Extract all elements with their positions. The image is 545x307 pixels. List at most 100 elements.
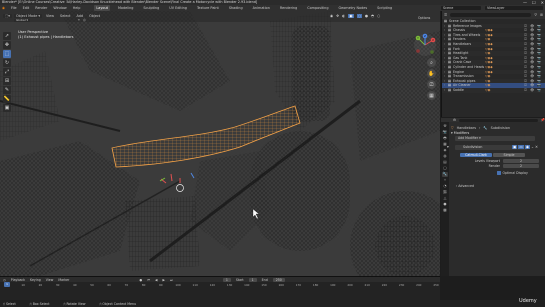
current-frame-field[interactable]: 1 xyxy=(222,277,231,282)
catmull-clark-button[interactable]: Catmull-Clark xyxy=(460,153,492,157)
jump-end-icon[interactable]: ⏭ xyxy=(170,278,173,282)
data-tab-icon[interactable]: △ xyxy=(442,196,448,201)
object-tab-icon[interactable]: ▢ xyxy=(442,166,448,171)
shading-rendered-icon[interactable]: ○ xyxy=(377,14,380,18)
timeline-tick-label: 50 xyxy=(90,283,94,287)
timeline-tick-label: 210 xyxy=(364,283,370,287)
object-type-icons: ▽ ◉ xyxy=(485,87,490,92)
tool-tab-icon[interactable]: ⚒ xyxy=(442,124,448,129)
overlays-icon[interactable]: ◐ xyxy=(342,14,345,18)
render-tab-icon[interactable]: 📷 xyxy=(442,130,448,135)
visibility-icon[interactable]: ◉ xyxy=(330,14,333,18)
modifiers-panel-header[interactable]: ▾ Modifiers xyxy=(451,131,469,135)
outliner-editor-icon[interactable]: ☰ xyxy=(444,13,447,17)
collection-tab-icon[interactable]: ▤ xyxy=(442,160,448,165)
play-icon[interactable]: ▶ xyxy=(162,278,164,282)
filter-icon[interactable]: ⛛ xyxy=(534,13,537,17)
pin-icon[interactable]: 📌 xyxy=(541,118,545,122)
scale-tool-icon[interactable]: ⤢ xyxy=(3,68,11,76)
record-icon[interactable]: ● xyxy=(139,278,142,282)
editor-type-button[interactable]: ⬚▾ xyxy=(3,14,12,18)
modifier-delete-icon[interactable]: ✕ xyxy=(535,145,538,149)
navigation-gizmo[interactable]: X Y Z xyxy=(413,33,437,57)
render-levels-field[interactable]: 2 xyxy=(503,164,539,168)
move-tool-icon[interactable]: ✥ xyxy=(3,41,11,49)
render-toggle-icon[interactable]: ◉ xyxy=(524,145,530,149)
options-button[interactable]: Options xyxy=(418,16,430,20)
modifier-collapse-icon[interactable]: ▾ xyxy=(447,145,449,149)
play-reverse-icon[interactable]: ◀ xyxy=(155,278,157,282)
viewport-menu-select[interactable]: Select xyxy=(60,14,70,18)
timeline-tick-label: 230 xyxy=(398,283,405,287)
perspective-toggle-icon[interactable]: ▦ xyxy=(427,91,436,100)
timeline-ruler[interactable]: 0102030405060708090100110120130140150160… xyxy=(0,283,440,288)
timeline-menu-playback[interactable]: Playback xyxy=(11,278,25,282)
outliner: ☰ ⛛ ⊞ ▤ Scene Collection › ▤ Reference Ima… xyxy=(441,11,545,117)
new-collection-icon[interactable]: ⊞ xyxy=(540,13,543,17)
timeline-tick-label: 100 xyxy=(175,283,181,287)
edit-mode-toggle-icon[interactable]: ▣ xyxy=(512,145,518,149)
add-modifier-button[interactable]: Add Modifier ▾ xyxy=(455,136,535,141)
texture-tab-icon[interactable]: ▩ xyxy=(442,208,448,213)
view-layer-selector[interactable]: ViewLayer xyxy=(485,6,543,10)
optimal-display-checkbox[interactable]: Optimal Display xyxy=(497,171,528,175)
viewport-menu-view[interactable]: View xyxy=(46,14,54,18)
select-box-tool-icon[interactable]: ⬚ xyxy=(3,50,11,58)
playhead[interactable]: 1 xyxy=(4,282,10,287)
outliner-row[interactable]: › ▤ Saddle ▽ ◉ ☑ 👁 📷 xyxy=(442,87,545,93)
viewport-menu-object[interactable]: Object xyxy=(89,14,100,18)
timeline-tick-label: 40 xyxy=(73,283,77,287)
material-tab-icon[interactable]: ● xyxy=(442,202,448,207)
outliner-search-input[interactable] xyxy=(450,13,532,17)
viewport-toggle-icon[interactable]: ▭ xyxy=(518,145,524,149)
jump-start-icon[interactable]: ⏮ xyxy=(147,278,150,282)
rotate-tool-icon[interactable]: ↻ xyxy=(3,59,11,67)
advanced-panel-header[interactable]: › Advanced xyxy=(456,184,474,188)
transform-tool-icon[interactable]: ⊞ xyxy=(3,77,11,85)
timeline-editor-icon[interactable]: ◷ xyxy=(3,278,6,282)
constraints-tab-icon[interactable]: ⛓ xyxy=(442,190,448,195)
3d-viewport[interactable] xyxy=(0,11,440,276)
pan-hand-icon[interactable]: ✋ xyxy=(427,69,436,78)
properties-editor-icon[interactable]: ⚙ xyxy=(453,118,456,122)
timeline-tick-label: 130 xyxy=(226,283,233,287)
snap-icon[interactable]: ⌖ xyxy=(78,18,80,22)
timeline-menu-keying[interactable]: Keying xyxy=(30,278,41,282)
add-cube-tool-icon[interactable]: ▣ xyxy=(3,104,11,112)
particles-tab-icon[interactable]: ✧ xyxy=(442,178,448,183)
modifier-menu-icon[interactable]: ⌄ xyxy=(531,145,534,149)
modifier-name-value: Subdivision xyxy=(463,145,483,149)
camera-icon[interactable]: 📷 xyxy=(537,88,541,93)
modifier-tab-icon[interactable]: 🔧 xyxy=(442,172,448,177)
shading-solid-icon[interactable]: ● xyxy=(365,14,368,18)
shading-material-icon[interactable]: ◓ xyxy=(371,14,374,18)
outliner-header: ☰ ⛛ ⊞ xyxy=(442,11,545,19)
levels-viewport-label: Levels Viewport xyxy=(474,159,500,163)
output-tab-icon[interactable]: 🖶 xyxy=(442,136,448,141)
properties-search-input[interactable] xyxy=(459,118,538,122)
scene-selector[interactable]: Scene xyxy=(441,6,481,10)
status-context-label: Object Context Menu xyxy=(102,301,137,306)
gizmo-toggle-icon[interactable]: ✥ xyxy=(336,14,339,18)
end-label: End xyxy=(261,277,268,282)
physics-tab-icon[interactable]: ◔ xyxy=(442,184,448,189)
cursor-tool-icon[interactable]: ➚ xyxy=(3,32,11,40)
start-frame-field[interactable]: 1 xyxy=(248,277,257,282)
world-tab-icon[interactable]: ◍ xyxy=(442,154,448,159)
zoom-icon[interactable]: ⌕ xyxy=(427,58,436,67)
shading-wireframe-icon[interactable]: ◌ xyxy=(356,14,362,18)
eye-icon[interactable]: 👁 xyxy=(530,88,534,93)
proportional-edit-icon[interactable]: ◎ xyxy=(83,18,86,22)
transform-orientation[interactable]: Global ▾ xyxy=(14,19,31,22)
end-frame-field[interactable]: 250 xyxy=(272,277,285,282)
measure-tool-icon[interactable]: 📏 xyxy=(3,95,11,103)
simple-button[interactable]: Simple xyxy=(493,153,525,157)
status-bar: 🖱 Select 🖱 Box Select 🖱 Rotate View 🖱 Ob… xyxy=(0,300,545,307)
timeline-menu-view[interactable]: View xyxy=(46,278,54,282)
annotate-tool-icon[interactable]: ✎ xyxy=(3,86,11,94)
timeline-menu-marker[interactable]: Marker xyxy=(58,278,69,282)
checkbox-icon[interactable]: ☑ xyxy=(524,88,527,93)
camera-view-icon[interactable]: ⎚ xyxy=(427,80,436,89)
xray-icon[interactable]: ▣ xyxy=(348,14,354,18)
levels-viewport-field[interactable]: 2 xyxy=(503,159,539,163)
